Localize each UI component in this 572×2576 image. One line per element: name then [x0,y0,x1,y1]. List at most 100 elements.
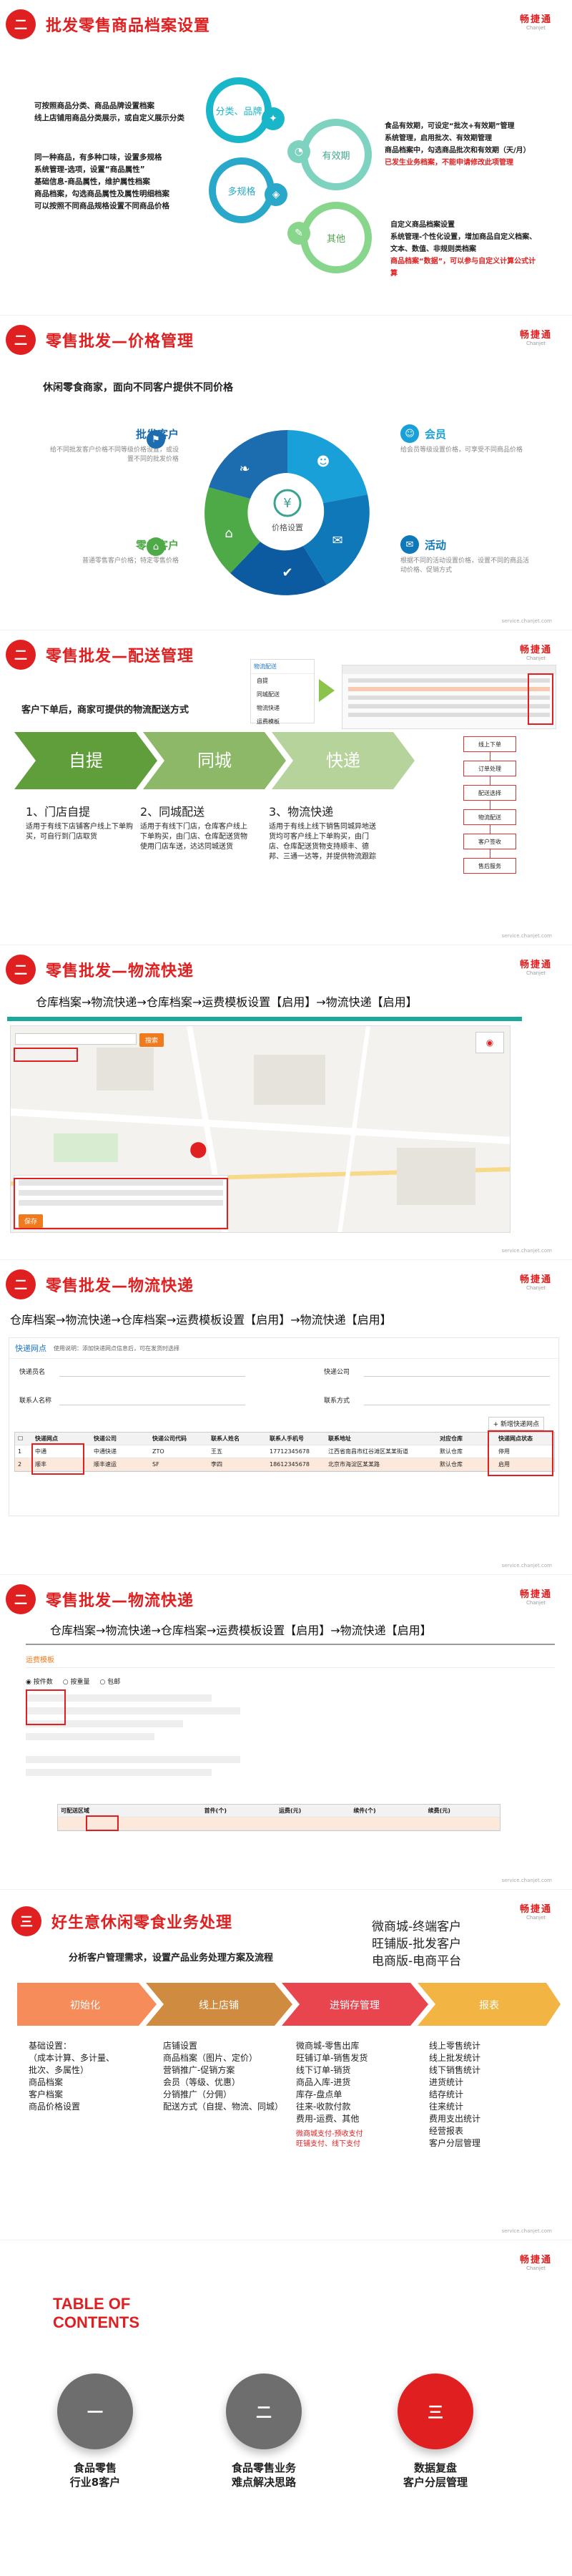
brand-logo: 畅捷通 Chanjet [520,327,552,346]
platform-line: 旺铺版-批发客户 [372,1937,462,1951]
toc-circle-2[interactable]: 二 [226,2373,302,2449]
header-cell: 首件(个) [204,1807,227,1814]
option-radio[interactable]: ◉ 按件数 [26,1677,53,1686]
chevron-label: 同城 [197,751,232,771]
checkbox-col[interactable]: ☐ [15,1435,32,1442]
petal-other: 其他 [300,202,372,273]
section-title: 零售批发—价格管理 [46,333,194,351]
menu-item[interactable]: 物流配送 [251,660,314,674]
outlet-name-input[interactable] [59,1367,245,1377]
brand-sub: Chanjet [526,2265,546,2271]
brand-sub: Chanjet [526,25,546,31]
cell: 顺丰速运 [94,1461,117,1468]
form-line [26,1733,154,1740]
col-line: 线上零售统计 [429,2041,481,2051]
section-number: 二 [6,640,36,670]
row-checkbox[interactable]: 2 [15,1461,32,1468]
option-radio[interactable]: ○ 包邮 [99,1677,120,1686]
toc-num: 三 [427,2404,443,2422]
note: 商品档案中，勾选商品批次和有效期（天/月） [385,147,531,155]
note: 线上店铺用商品分类展示，或自定义展示分类 [34,114,184,122]
retail-icon: ⌂ [147,537,165,556]
highlight-box [14,1178,228,1229]
section-title: 好生意休闲零食业务处理 [51,1914,233,1932]
leaf-icon: ❧ [239,462,250,477]
company-input[interactable] [364,1367,550,1377]
method-desc: 适用于有线下店铺客户线上下单购买，可自行到门店取货 [26,823,133,841]
phone-input[interactable] [364,1395,550,1405]
map-search-input[interactable] [15,1033,137,1045]
platform-line: 微商城-终端客户 [372,1920,462,1934]
cell: ZTO [152,1448,164,1455]
option-radio[interactable]: ○ 按重量 [63,1677,90,1686]
brand-name: 畅捷通 [519,2255,552,2265]
platforms: 微商城-终端客户 旺铺版-批发客户 电商版-电商平台 [372,1918,461,1970]
section-header: 二 零售批发—价格管理 [6,324,194,356]
search-button[interactable]: 搜索 [139,1033,164,1047]
flow-step: 配送选择 [463,785,516,801]
cell: 江西省南昌市红谷滩区某某街道 [328,1448,408,1455]
freight-table: 可配送区域 首件(个) 运费(元) 续件(个) 续费(元) [57,1804,500,1831]
delivery-menu-screenshot: 物流配送 自提 同城配送 物流快递 运费模板 [250,659,315,725]
screenshot-row [348,713,550,717]
option-label: 按件数 [33,1679,53,1686]
platform-line: 电商版-电商平台 [372,1954,462,1968]
col-line: 往来统计 [429,2102,464,2112]
col-line: 基础设置： [29,2041,72,2051]
promo-badge-icon: ✉ [400,535,419,554]
menu-item[interactable]: 运费模板 [251,715,314,728]
table-row[interactable]: 2 顺丰 顺丰速运 SF 李四 18612345678 北京市海淀区某某路 默认… [15,1458,554,1471]
item-title: 活动 [425,539,447,552]
brand-logo: 畅捷通 Chanjet [520,957,552,976]
config-path: 仓库档案→物流快递→仓库档案→运费模板设置【启用】→物流快递【启用】 [10,1313,392,1327]
brand-logo: 畅捷通 Chanjet [520,1272,552,1291]
col-line: 费用支出统计 [429,2114,481,2124]
megaphone-icon: ✉ [332,533,342,548]
tab-outlets[interactable]: 快递网点 [15,1342,46,1354]
screenshot-row [348,696,550,700]
col-line: 配送方式（自提、物流、同城） [163,2102,284,2112]
menu-item[interactable]: 同城配送 [251,688,314,701]
note: 食品有效期，可设定“批次+有效期”管理 [385,122,515,130]
row-checkbox[interactable]: 1 [15,1448,32,1455]
col-red-line: 微商城支付-预收支付 [296,2130,363,2138]
contact-input[interactable] [59,1395,245,1405]
note: 商品档案，勾选商品属性及属性明细档案 [34,190,169,198]
petal-icon-d: ✎ [287,222,310,245]
toc-title-line: TABLE OF [53,2295,131,2313]
brand-sub: Chanjet [526,655,546,661]
screenshot-row [348,687,550,691]
col-line: 客户档案 [29,2089,64,2099]
brand-logo: 畅捷通 Chanjet [520,642,552,661]
toc-circle-3[interactable]: 三 [398,2373,473,2449]
footer-url: service.chanjet.com [501,618,552,624]
menu-item[interactable]: 自提 [251,674,314,688]
member-badge-icon: ☺ [400,424,419,443]
cell: 默认仓库 [440,1448,463,1455]
outlet-tabbar: 快递网点 使用说明：添加快递网点信息后，可在发货时选择 [9,1338,558,1359]
check-icon: ✔ [282,565,292,580]
brand-name: 畅捷通 [519,1274,552,1285]
slide-product-archive: 二 批发零售商品档案设置 畅捷通 Chanjet 可按照商品分类、商品品牌设置档… [0,0,572,315]
slide-delivery-management: 二 零售批发—配送管理 畅捷通 Chanjet 客户下单后，商家可提供的物流配送… [0,630,572,945]
method-express: 3、物流快递 适用于有线上线下销售同城异地送货均可客户线上下单购买，由门店、仓库… [269,802,376,862]
slide-business-process: 三 好生意休闲零食业务处理 畅捷通 Chanjet 分析客户管理需求，设置产品业… [0,1889,572,2240]
item-member: 会员 给会员等级设置价格，可享受不同商品价格 [400,426,529,455]
map-logo-icon: ◉ [475,1032,504,1053]
outlet-screenshot: 快递网点 使用说明：添加快递网点信息后，可在发货时选择 快递员名 快递公司 联系… [9,1337,559,1516]
menu-item[interactable]: 物流快递 [251,701,314,715]
cell: 中通快递 [94,1448,117,1455]
right-notes-top: 食品有效期，可设定“批次+有效期”管理 系统管理，启用批次、有效期管理 商品档案… [385,120,563,169]
table-row[interactable] [58,1818,500,1830]
cell: 默认仓库 [440,1461,463,1468]
table-row[interactable]: 1 中通 中通快递 ZTO 王五 17712345678 江西省南昌市红谷滩区某… [15,1445,554,1458]
stage-label: 进销存管理 [330,2000,380,2011]
teal-bar [7,1017,522,1021]
toc-circle-1[interactable]: 一 [57,2373,133,2449]
highlight-box [528,673,553,725]
col-line: 商品档案 [29,2077,64,2087]
brand-logo: 畅捷通 Chanjet [520,1586,552,1606]
brand-name: 畅捷通 [519,960,552,970]
add-outlet-button[interactable]: + 新增快递网点 [488,1417,544,1430]
slide-express-map: 二 零售批发—物流快递 畅捷通 Chanjet 仓库档案→物流快递→仓库档案→运… [0,945,572,1259]
